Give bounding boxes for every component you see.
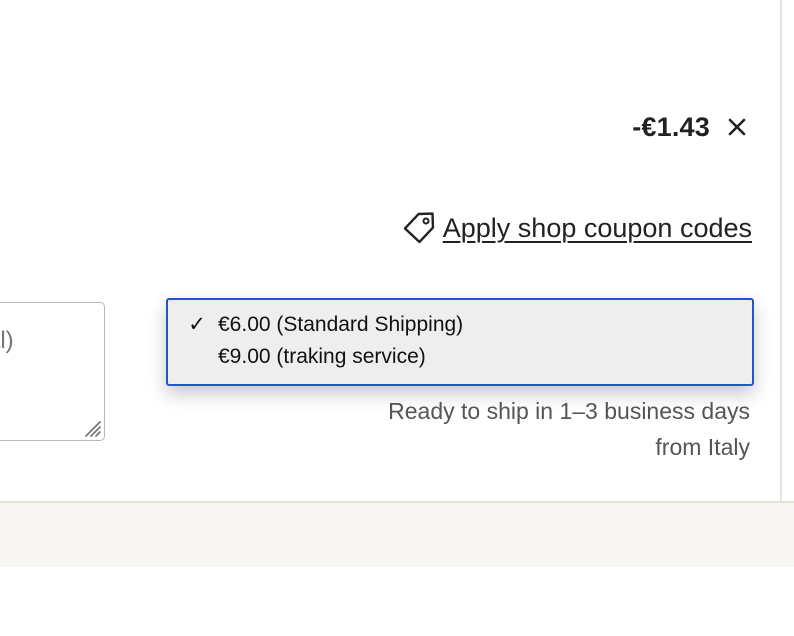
dispatch-origin: from Italy — [655, 434, 750, 460]
dispatch-info: Ready to ship in 1–3 business days from … — [300, 393, 750, 465]
close-icon[interactable] — [724, 114, 750, 140]
shipping-option-standard[interactable]: ✓ €6.00 (Standard Shipping) — [168, 309, 752, 341]
apply-coupon-label[interactable]: Apply shop coupon codes — [443, 213, 752, 244]
note-to-seller-textarea[interactable]: al) — [0, 302, 105, 441]
selected-check-icon: ✓ — [188, 313, 206, 336]
shipping-option-label: €9.00 (traking service) — [218, 345, 426, 368]
shipping-options-dropdown[interactable]: ✓ €6.00 (Standard Shipping) €9.00 (traki… — [166, 298, 754, 386]
shipping-option-label: €6.00 (Standard Shipping) — [218, 313, 464, 336]
unselected-check-slot — [184, 341, 210, 373]
checkout-cart-section: -€1.43 Apply shop coupon codes al) ✓ €6.… — [0, 0, 794, 636]
discount-amount: -€1.43 — [632, 111, 710, 142]
note-placeholder: al) — [0, 327, 14, 354]
tag-icon — [401, 210, 437, 246]
checkout-footer-band — [0, 501, 794, 567]
apply-coupon-link[interactable]: Apply shop coupon codes — [401, 205, 752, 251]
resize-grip-icon[interactable] — [78, 414, 102, 438]
shipping-option-tracking[interactable]: €9.00 (traking service) — [168, 341, 752, 373]
dispatch-time: Ready to ship in 1–3 business days — [388, 398, 750, 424]
right-divider — [780, 0, 782, 502]
discount-row: -€1.43 — [632, 108, 750, 146]
